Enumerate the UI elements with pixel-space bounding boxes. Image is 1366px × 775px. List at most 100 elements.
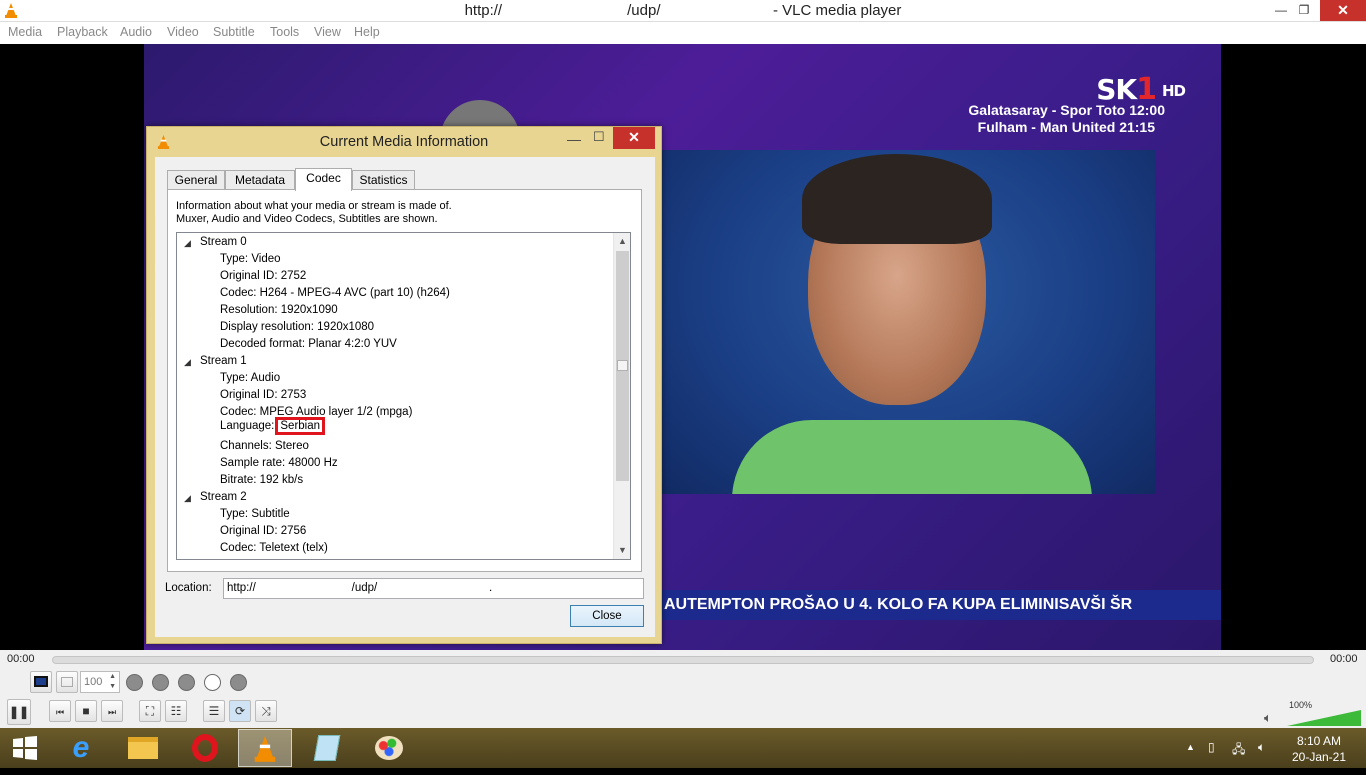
- volume-slider[interactable]: 100%: [1287, 700, 1363, 726]
- menu-tools[interactable]: Tools: [270, 25, 299, 39]
- scrollbar-grip[interactable]: [617, 360, 628, 371]
- tab-codec[interactable]: Codec: [295, 168, 352, 191]
- tree-item[interactable]: Type: Audio: [220, 372, 280, 384]
- loop-icon: ⟳: [234, 704, 246, 718]
- frame-step-button[interactable]: [152, 674, 169, 691]
- playlist-button[interactable]: ☰: [203, 700, 225, 722]
- tree-item[interactable]: Codec: H264 - MPEG-4 AVC (part 10) (h264…: [220, 287, 450, 299]
- pause-button[interactable]: ❚❚: [7, 699, 31, 725]
- paint-icon[interactable]: [362, 729, 416, 767]
- menu-subtitle[interactable]: Subtitle: [213, 25, 255, 39]
- zoom-spinbox[interactable]: 100 ▲ ▼: [80, 671, 120, 693]
- menu-help[interactable]: Help: [354, 25, 380, 39]
- player-body: [732, 420, 1092, 494]
- tree-item-stream-2[interactable]: Stream 2: [200, 491, 247, 503]
- snapshot-icon: [61, 677, 73, 687]
- menu-media[interactable]: Media: [8, 25, 42, 39]
- previous-button[interactable]: ⏮: [49, 700, 71, 722]
- tree-item-stream-0[interactable]: Stream 0: [200, 236, 247, 248]
- restore-button[interactable]: ❐: [1289, 0, 1319, 21]
- tree-item[interactable]: Resolution: 1920x1090: [220, 304, 338, 316]
- codec-tree[interactable]: ◢ Stream 0 Type: Video Original ID: 2752…: [176, 232, 631, 560]
- internet-explorer-icon[interactable]: e: [54, 729, 108, 767]
- vlc-taskbar-icon[interactable]: [238, 729, 292, 767]
- location-field[interactable]: http:// /udp/ .: [223, 578, 644, 599]
- tree-item[interactable]: Sample rate: 48000 Hz: [220, 457, 338, 469]
- tree-item[interactable]: Codec: Teletext (telx): [220, 542, 328, 554]
- loop-ab-button[interactable]: [126, 674, 143, 691]
- scroll-down-arrow-icon[interactable]: ▼: [614, 542, 630, 559]
- tree-item[interactable]: Type: Video: [220, 253, 281, 265]
- menu-view[interactable]: View: [314, 25, 341, 39]
- menu-playback[interactable]: Playback: [57, 25, 108, 39]
- tab-metadata[interactable]: Metadata: [225, 170, 295, 190]
- playlist-icon: ☰: [208, 704, 220, 718]
- fullscreen-icon: ⛶: [145, 704, 155, 718]
- previous-icon: ⏮: [55, 707, 65, 717]
- toggle-button[interactable]: [230, 674, 247, 691]
- schedule-line-2: Fulham - Man United 21:15: [977, 119, 1155, 135]
- scroll-up-arrow-icon[interactable]: ▲: [614, 233, 630, 250]
- toggle-button[interactable]: [204, 674, 221, 691]
- tree-item-language[interactable]: Language: Serbian: [220, 417, 326, 435]
- tab-general[interactable]: General: [167, 170, 225, 190]
- next-button[interactable]: ⏭: [101, 700, 123, 722]
- spin-arrows-icon[interactable]: ▲ ▼: [109, 672, 116, 692]
- action-center-icon[interactable]: ▯: [1208, 740, 1215, 754]
- speaker-icon[interactable]: 🔈︎: [1264, 710, 1272, 726]
- network-icon[interactable]: 🖧︎: [1232, 740, 1245, 761]
- close-button[interactable]: Close: [570, 605, 644, 627]
- dialog-body: General Metadata Codec Statistics Inform…: [155, 157, 655, 637]
- tree-item-stream-1[interactable]: Stream 1: [200, 355, 247, 367]
- collapse-arrow-icon[interactable]: ◢: [184, 357, 191, 368]
- windows-logo-icon: [13, 736, 37, 760]
- tree-scrollbar[interactable]: ▲ ▼: [613, 233, 630, 559]
- tree-item[interactable]: Display resolution: 1920x1080: [220, 321, 374, 333]
- location-label: Location:: [165, 582, 212, 594]
- show-hidden-icons-icon[interactable]: ▲: [1186, 742, 1195, 752]
- player-hair: [802, 154, 992, 244]
- controls-panel: 00:00 00:00 100 ▲ ▼ ❚❚ ⏮ ■ ⏭ ⛶ ☷ ☰ ⟳ ⤨ 🔈︎ …: [0, 650, 1366, 728]
- tree-item[interactable]: Original ID: 2752: [220, 270, 306, 282]
- volume-percent: 100%: [1289, 700, 1313, 710]
- tree-item[interactable]: Channels: Stereo: [220, 440, 309, 452]
- collapse-arrow-icon[interactable]: ◢: [184, 238, 191, 249]
- shuffle-button[interactable]: ⤨: [255, 700, 277, 722]
- notepad-icon[interactable]: [300, 729, 354, 767]
- tree-item[interactable]: Bitrate: 192 kb/s: [220, 474, 303, 486]
- film-icon: [34, 676, 48, 687]
- menu-audio[interactable]: Audio: [120, 25, 152, 39]
- clock-date: 20-Jan-21: [1291, 750, 1347, 764]
- file-explorer-icon[interactable]: [116, 729, 170, 767]
- snapshot-button[interactable]: [56, 671, 78, 693]
- taskbar-clock[interactable]: 8:10 AM 20-Jan-21: [1282, 733, 1356, 765]
- clock-time: 8:10 AM: [1296, 734, 1342, 748]
- language-label: Language:: [220, 420, 275, 432]
- opera-icon[interactable]: [178, 729, 232, 767]
- tree-item[interactable]: Original ID: 2753: [220, 389, 306, 401]
- fullscreen-button[interactable]: ⛶: [139, 700, 161, 722]
- title-bar: http:// /udp/ - VLC media player — ❐ ✕: [0, 0, 1366, 22]
- menu-video[interactable]: Video: [167, 25, 199, 39]
- record-button[interactable]: [30, 671, 52, 693]
- dialog-maximize-button[interactable]: ☐: [593, 129, 613, 145]
- tree-item[interactable]: Original ID: 2756: [220, 525, 306, 537]
- toggle-button[interactable]: [178, 674, 195, 691]
- tab-statistics[interactable]: Statistics: [352, 170, 415, 190]
- extended-settings-button[interactable]: ☷: [165, 700, 187, 722]
- total-time: 00:00: [1330, 653, 1358, 665]
- start-button[interactable]: [0, 729, 50, 767]
- volume-tray-icon[interactable]: 🔈︎: [1258, 740, 1265, 755]
- stop-button[interactable]: ■: [75, 700, 97, 722]
- collapse-arrow-icon[interactable]: ◢: [184, 493, 191, 504]
- tree-item[interactable]: Type: Subtitle: [220, 508, 290, 520]
- loop-button[interactable]: ⟳: [229, 700, 251, 722]
- pause-icon: ❚❚: [8, 705, 30, 719]
- tree-item[interactable]: Decoded format: Planar 4:2:0 YUV: [220, 338, 397, 350]
- window-title: http:// /udp/ - VLC media player: [464, 2, 902, 19]
- dialog-minimize-button[interactable]: —: [567, 131, 587, 147]
- dialog-close-x-button[interactable]: ✕: [613, 127, 655, 149]
- channel-logo-hd: HD: [1161, 82, 1186, 100]
- seek-bar[interactable]: [52, 656, 1314, 664]
- close-window-button[interactable]: ✕: [1320, 0, 1366, 21]
